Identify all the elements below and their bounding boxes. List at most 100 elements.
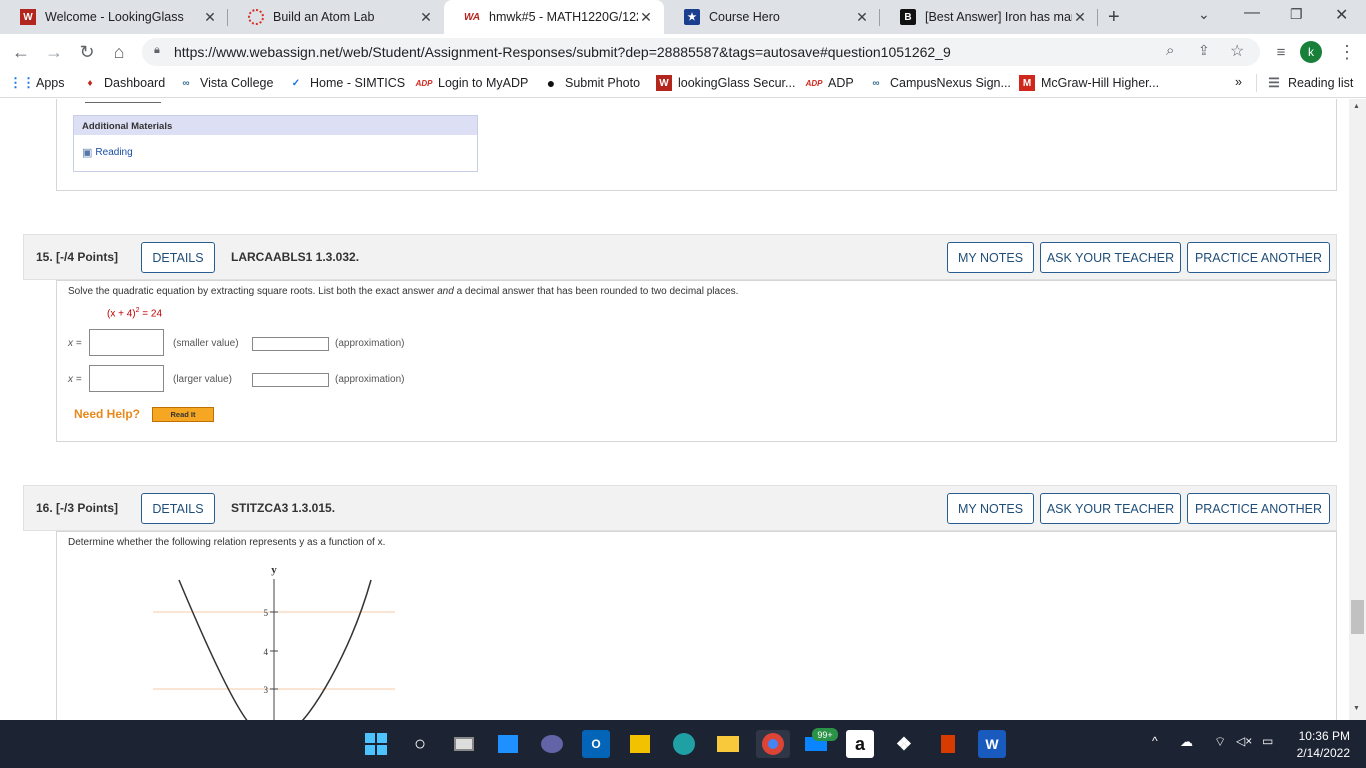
tab-brainly[interactable]: B [Best Answer] Iron has many ✕	[880, 0, 1098, 34]
amazon-icon[interactable]: a	[846, 730, 874, 758]
phet-icon	[248, 9, 264, 25]
close-icon[interactable]: ✕	[854, 9, 870, 26]
bookmark-mcgraw-hill[interactable]: M McGraw-Hill Higher...	[1019, 75, 1159, 91]
media-control-icon[interactable]: ≡	[1268, 39, 1294, 65]
ask-teacher-button[interactable]: ASK YOUR TEACHER	[1040, 242, 1181, 273]
reload-icon[interactable]: ↻	[74, 39, 100, 65]
clock-time[interactable]: 10:36 PM	[1290, 729, 1350, 743]
scroll-up-arrow-icon[interactable]: ▲	[1353, 103, 1360, 110]
dropbox-icon[interactable]: ❖	[890, 730, 918, 758]
clock-date[interactable]: 2/14/2022	[1290, 746, 1350, 760]
bookmarks-overflow-button[interactable]: »	[1235, 75, 1242, 89]
volume-icon[interactable]: ◁×	[1236, 734, 1252, 748]
bookmark-dashboard[interactable]: ♦ Dashboard	[82, 75, 165, 91]
reading-list-label: Reading list	[1288, 76, 1354, 90]
bookmark-simtics[interactable]: ✓ Home - SIMTICS	[288, 75, 405, 91]
close-icon[interactable]: ✕	[418, 9, 434, 26]
bookmark-label: lookingGlass Secur...	[678, 76, 796, 90]
x-label: x =	[68, 374, 82, 385]
details-button[interactable]: DETAILS	[141, 242, 215, 273]
windows-start-icon[interactable]	[362, 730, 390, 758]
bookmark-campusnexus[interactable]: ∞ CampusNexus Sign...	[868, 75, 1010, 91]
restore-button[interactable]: ❐	[1290, 6, 1303, 23]
bookmark-apps[interactable]: ⋮⋮ Apps	[9, 75, 65, 91]
mail-badge: 99+	[812, 728, 838, 741]
windows-taskbar: ○ O 99+ a ❖ W ^ ☁ ⌔ ◁× ▭ 10:36 PM 2/14/2…	[0, 720, 1366, 768]
question-14-body: Additional Materials ▣ Reading	[56, 99, 1337, 191]
bookmark-star-icon[interactable]: ☆	[1230, 41, 1244, 61]
practice-another-button[interactable]: PRACTICE ANOTHER	[1187, 493, 1330, 524]
address-bar[interactable]: 🔒︎ https://www.webassign.net/web/Student…	[142, 38, 1260, 66]
onedrive-icon[interactable]: ☁	[1180, 734, 1193, 750]
read-it-button[interactable]: Read It	[152, 407, 214, 422]
tab-lookingglass[interactable]: W Welcome - LookingGlass ✕	[0, 0, 228, 34]
tab-title: Course Hero	[709, 10, 780, 24]
tab-webassign[interactable]: WA hmwk#5 - MATH1220G/1221 ✕	[444, 0, 664, 34]
file-explorer-icon[interactable]	[714, 730, 742, 758]
office-icon[interactable]	[934, 730, 962, 758]
tick-label: 4	[264, 647, 269, 657]
url-text: https://www.webassign.net/web/Student/As…	[174, 44, 951, 60]
back-arrow-icon[interactable]: ←	[8, 39, 34, 65]
bookmark-lookingglass[interactable]: W lookingGlass Secur...	[656, 75, 795, 91]
curve-left-branch	[178, 579, 248, 720]
close-icon[interactable]: ✕	[202, 9, 218, 26]
chrome-icon[interactable]	[756, 730, 790, 758]
bookmark-submit-photo[interactable]: ● Submit Photo	[543, 75, 640, 91]
new-tab-button[interactable]: +	[1108, 6, 1120, 29]
close-window-button[interactable]: ✕	[1335, 5, 1348, 25]
close-icon[interactable]: ✕	[1072, 9, 1088, 26]
question-15-header: 15. [-/4 Points] DETAILS LARCAABLS1 1.3.…	[23, 234, 1337, 280]
microsoft-store-icon[interactable]	[626, 730, 654, 758]
bookmark-label: Dashboard	[104, 76, 166, 90]
details-button[interactable]: DETAILS	[141, 493, 215, 524]
practice-another-button[interactable]: PRACTICE ANOTHER	[1187, 242, 1330, 273]
tab-title: [Best Answer] Iron has many	[925, 10, 1072, 24]
share-icon[interactable]: ⇪	[1198, 42, 1210, 59]
widgets-icon[interactable]	[494, 730, 522, 758]
scrollbar-thumb[interactable]	[1351, 600, 1364, 634]
search-icon[interactable]: ○	[406, 730, 434, 758]
campusnexus-icon: ∞	[182, 77, 190, 89]
home-icon[interactable]: ⌂	[106, 39, 132, 65]
adp-icon: ADP	[415, 78, 433, 88]
tab-coursehero[interactable]: ★ Course Hero ✕	[664, 0, 880, 34]
tab-search-icon[interactable]: ⌄	[1198, 6, 1210, 23]
bookmark-label: Login to MyADP	[438, 76, 529, 90]
bookmark-myadp[interactable]: ADP Login to MyADP	[415, 75, 529, 91]
tray-overflow-icon[interactable]: ^	[1152, 734, 1158, 748]
reading-list-button[interactable]: ☰ Reading list	[1266, 75, 1353, 91]
bookmark-label: Submit Photo	[565, 76, 641, 90]
tick-label: 3	[264, 685, 269, 695]
outlook-icon[interactable]: O	[582, 730, 610, 758]
bookmark-vista-college[interactable]: ∞ Vista College	[178, 75, 273, 91]
task-view-icon[interactable]	[450, 730, 478, 758]
question-15-body	[56, 280, 1337, 442]
page-scrollbar[interactable]: ▲ ▼	[1349, 99, 1366, 720]
reading-link[interactable]: ▣ Reading	[82, 146, 133, 159]
battery-icon[interactable]: ▭	[1262, 734, 1273, 748]
teams-chat-icon[interactable]	[538, 730, 566, 758]
smaller-exact-input[interactable]	[89, 329, 164, 356]
more-menu-icon[interactable]: ⋮	[1334, 39, 1360, 65]
zoom-search-icon[interactable]: ⌕	[1166, 42, 1174, 59]
edge-icon[interactable]	[670, 730, 698, 758]
minimize-button[interactable]: —	[1244, 4, 1260, 22]
word-icon[interactable]: W	[978, 730, 1006, 758]
need-help-label: Need Help?	[74, 407, 141, 421]
bookmark-adp[interactable]: ADP ADP	[806, 75, 854, 91]
smaller-approx-input[interactable]	[252, 337, 329, 351]
larger-approx-input[interactable]	[252, 373, 329, 387]
my-notes-button[interactable]: MY NOTES	[947, 242, 1034, 273]
scroll-down-arrow-icon[interactable]: ▼	[1353, 705, 1360, 712]
my-notes-button[interactable]: MY NOTES	[947, 493, 1034, 524]
question-prompt: Determine whether the following relation…	[68, 537, 386, 548]
tab-build-atom[interactable]: Build an Atom Lab ✕	[228, 0, 444, 34]
close-icon[interactable]: ✕	[638, 9, 654, 26]
larger-exact-input[interactable]	[89, 365, 164, 392]
wifi-icon[interactable]: ⌔	[1214, 734, 1226, 750]
profile-avatar[interactable]: k	[1300, 41, 1322, 63]
ask-teacher-button[interactable]: ASK YOUR TEACHER	[1040, 493, 1181, 524]
forward-arrow-icon[interactable]: →	[41, 39, 67, 65]
question-id: STITZCA3 1.3.015.	[231, 501, 336, 515]
